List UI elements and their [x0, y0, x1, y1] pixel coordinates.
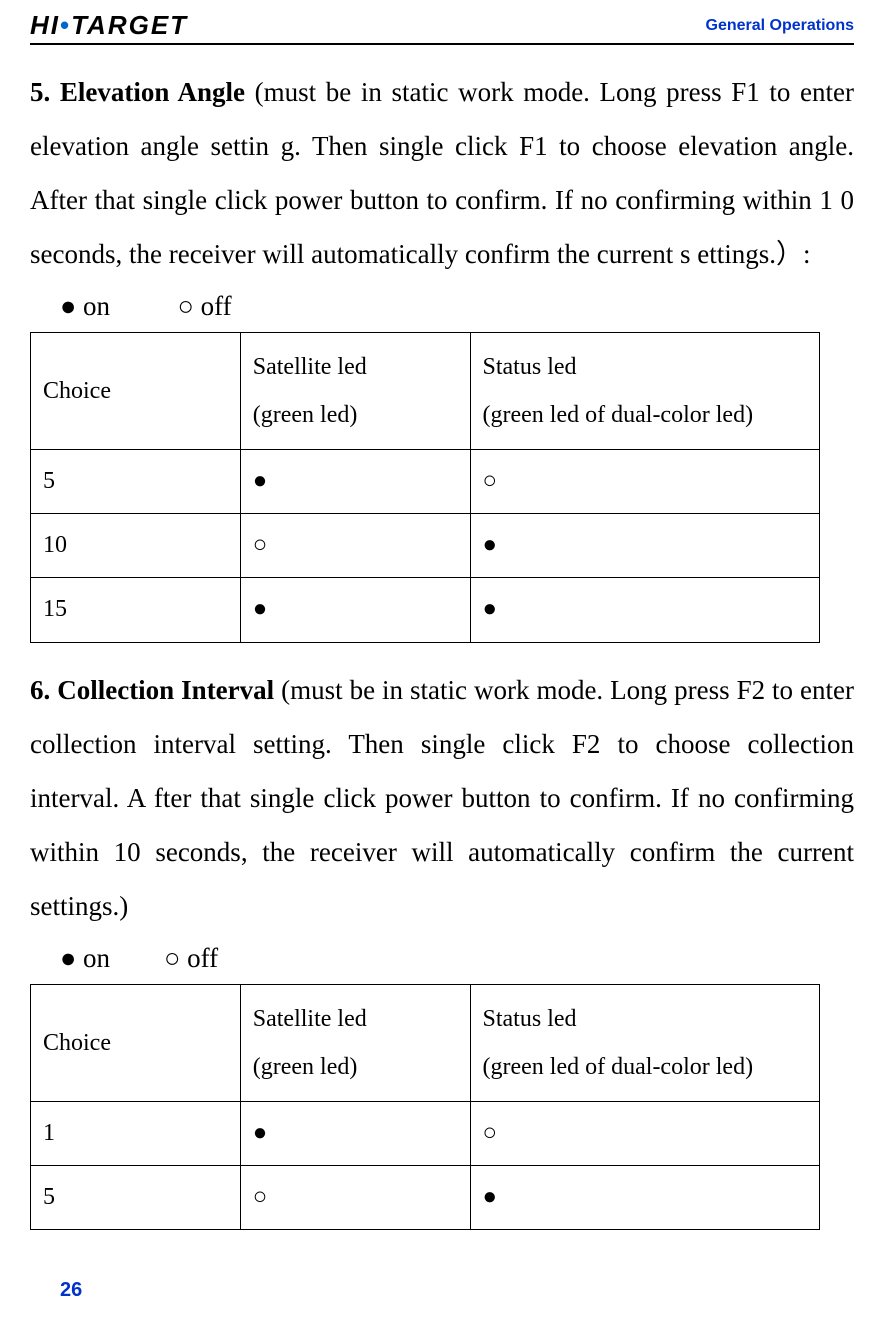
logo-pre: HI	[30, 10, 60, 40]
table-header-status: Status led (green led of dual-color led)	[470, 984, 819, 1101]
cell-status: ●	[470, 578, 819, 642]
cell-satellite: ●	[240, 578, 470, 642]
table-row: Choice Satellite led (green led) Status …	[31, 333, 820, 450]
header-title: General Operations	[706, 17, 855, 35]
table-row: Choice Satellite led (green led) Status …	[31, 984, 820, 1101]
table-row: 5 ○ ●	[31, 1165, 820, 1229]
cell-satellite: ○	[240, 514, 470, 578]
logo: HI•TARGET	[30, 10, 188, 41]
section-6-title: 6. Collection Interval	[30, 675, 274, 705]
cell-status: ●	[470, 514, 819, 578]
section-6-paragraph: 6. Collection Interval (must be in stati…	[30, 663, 854, 933]
table-row: 1 ● ○	[31, 1101, 820, 1165]
legend-1: ● on ○ off	[60, 291, 854, 322]
cell-status: ●	[470, 1165, 819, 1229]
table-header-satellite: Satellite led (green led)	[240, 984, 470, 1101]
table-header-satellite: Satellite led (green led)	[240, 333, 470, 450]
logo-post: TARGET	[71, 10, 188, 40]
cell-satellite: ●	[240, 1101, 470, 1165]
collection-interval-table: Choice Satellite led (green led) Status …	[30, 984, 820, 1230]
table-header-choice: Choice	[31, 984, 241, 1101]
legend-2: ● on ○ off	[60, 943, 854, 974]
section-5-title: 5. Elevation Angle	[30, 77, 245, 107]
cell-choice: 10	[31, 514, 241, 578]
section-6-body: (must be in static work mode. Long press…	[30, 675, 854, 921]
section-5-paragraph: 5. Elevation Angle (must be in static wo…	[30, 65, 854, 281]
table-row: 5 ● ○	[31, 450, 820, 514]
page-number: 26	[60, 1279, 82, 1302]
elevation-angle-table: Choice Satellite led (green led) Status …	[30, 332, 820, 643]
table-header-status: Status led (green led of dual-color led)	[470, 333, 819, 450]
table-row: 15 ● ●	[31, 578, 820, 642]
cell-status: ○	[470, 450, 819, 514]
cell-choice: 1	[31, 1101, 241, 1165]
cell-satellite: ●	[240, 450, 470, 514]
cell-choice: 5	[31, 1165, 241, 1229]
cell-status: ○	[470, 1101, 819, 1165]
cell-choice: 5	[31, 450, 241, 514]
logo-dot: •	[60, 10, 71, 40]
table-row: 10 ○ ●	[31, 514, 820, 578]
cell-satellite: ○	[240, 1165, 470, 1229]
table-header-choice: Choice	[31, 333, 241, 450]
cell-choice: 15	[31, 578, 241, 642]
page-header: HI•TARGET General Operations	[30, 0, 854, 45]
